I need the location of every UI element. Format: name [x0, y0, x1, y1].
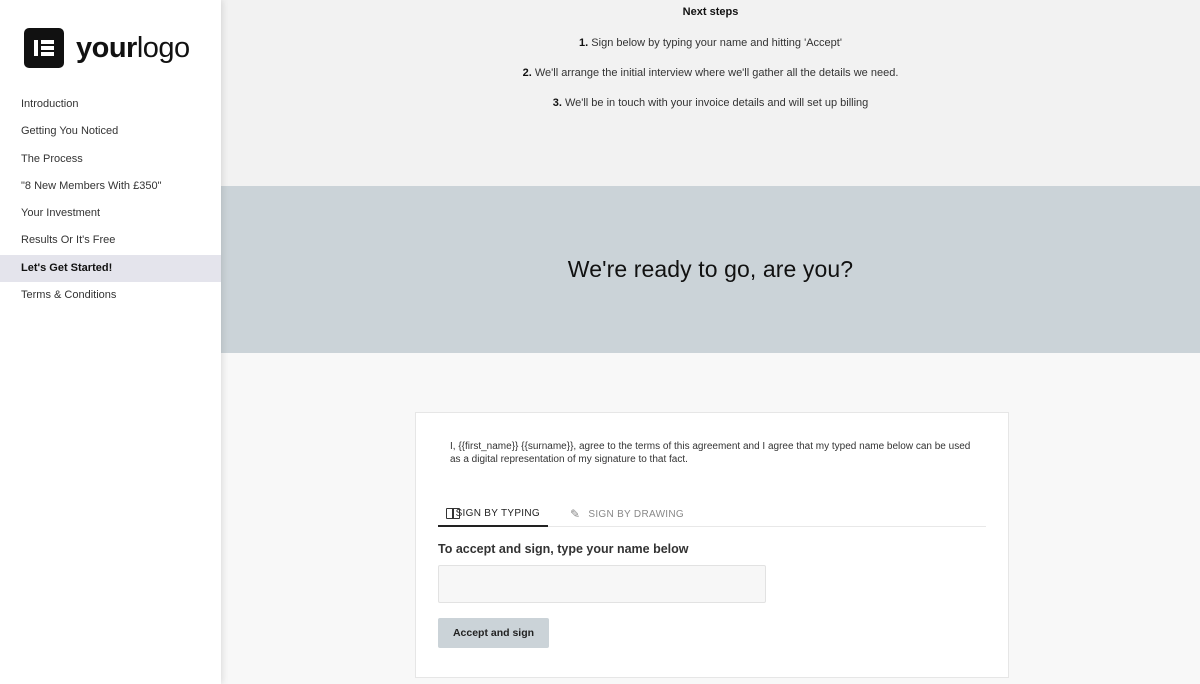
- sidebar-item-lets-get-started[interactable]: Let's Get Started!: [0, 254, 221, 283]
- sidebar-nav: Introduction Getting You Noticed The Pro…: [0, 91, 221, 309]
- sidebar-item-results-or-free[interactable]: Results Or It's Free: [0, 227, 221, 254]
- sidebar-item-introduction[interactable]: Introduction: [0, 91, 221, 118]
- main-content: Next steps 1. Sign below by typing your …: [221, 0, 1200, 684]
- next-step-3: 3. We'll be in touch with your invoice d…: [221, 97, 1200, 109]
- logo-wordmark-bold: your: [76, 31, 137, 64]
- pen-icon: ✎: [570, 507, 581, 521]
- accept-and-sign-button[interactable]: Accept and sign: [438, 618, 549, 648]
- signature-name-input[interactable]: [438, 565, 766, 603]
- tab-sign-by-typing[interactable]: SIGN BY TYPING: [438, 501, 548, 527]
- next-steps-title: Next steps: [682, 6, 739, 18]
- step-text: We'll arrange the initial interview wher…: [534, 67, 899, 79]
- sign-prompt-label: To accept and sign, type your name below: [438, 542, 689, 556]
- next-step-1: 1. Sign below by typing your name and hi…: [221, 37, 1200, 49]
- logo-wordmark: yourlogo: [76, 31, 190, 64]
- agreement-text: I, {{first_name}} {{surname}}, agree to …: [450, 441, 971, 465]
- elementor-logo-icon: [24, 28, 64, 68]
- sidebar-item-the-process[interactable]: The Process: [0, 146, 221, 173]
- sidebar-item-your-investment[interactable]: Your Investment: [0, 200, 221, 227]
- signature-card: I, {{first_name}} {{surname}}, agree to …: [415, 412, 1009, 678]
- banner-title: We're ready to go, are you?: [567, 256, 854, 282]
- next-steps-section: Next steps 1. Sign below by typing your …: [221, 0, 1200, 186]
- signature-tabs: SIGN BY TYPING ✎ SIGN BY DRAWING: [438, 501, 986, 527]
- step-number: 3.: [552, 97, 562, 109]
- tab-label: SIGN BY DRAWING: [588, 508, 684, 520]
- step-text: We'll be in touch with your invoice deta…: [564, 97, 869, 109]
- tab-sign-by-drawing[interactable]: ✎ SIGN BY DRAWING: [562, 501, 692, 527]
- sidebar: yourlogo Introduction Getting You Notice…: [0, 0, 221, 684]
- next-step-2: 2. We'll arrange the initial interview w…: [221, 67, 1200, 79]
- signature-section: I, {{first_name}} {{surname}}, agree to …: [221, 353, 1200, 684]
- sidebar-item-getting-you-noticed[interactable]: Getting You Noticed: [0, 118, 221, 145]
- step-number: 1.: [579, 37, 589, 49]
- step-text: Sign below by typing your name and hitti…: [591, 37, 842, 49]
- sidebar-item-terms-conditions[interactable]: Terms & Conditions: [0, 282, 221, 309]
- brand-logo[interactable]: yourlogo: [24, 28, 190, 68]
- step-number: 2.: [522, 67, 532, 79]
- cta-banner: We're ready to go, are you?: [221, 186, 1200, 353]
- logo-wordmark-light: logo: [136, 31, 190, 64]
- book-icon: [446, 507, 460, 519]
- sidebar-item-8-new-members[interactable]: "8 New Members With £350": [0, 173, 221, 200]
- tab-label: SIGN BY TYPING: [455, 507, 540, 519]
